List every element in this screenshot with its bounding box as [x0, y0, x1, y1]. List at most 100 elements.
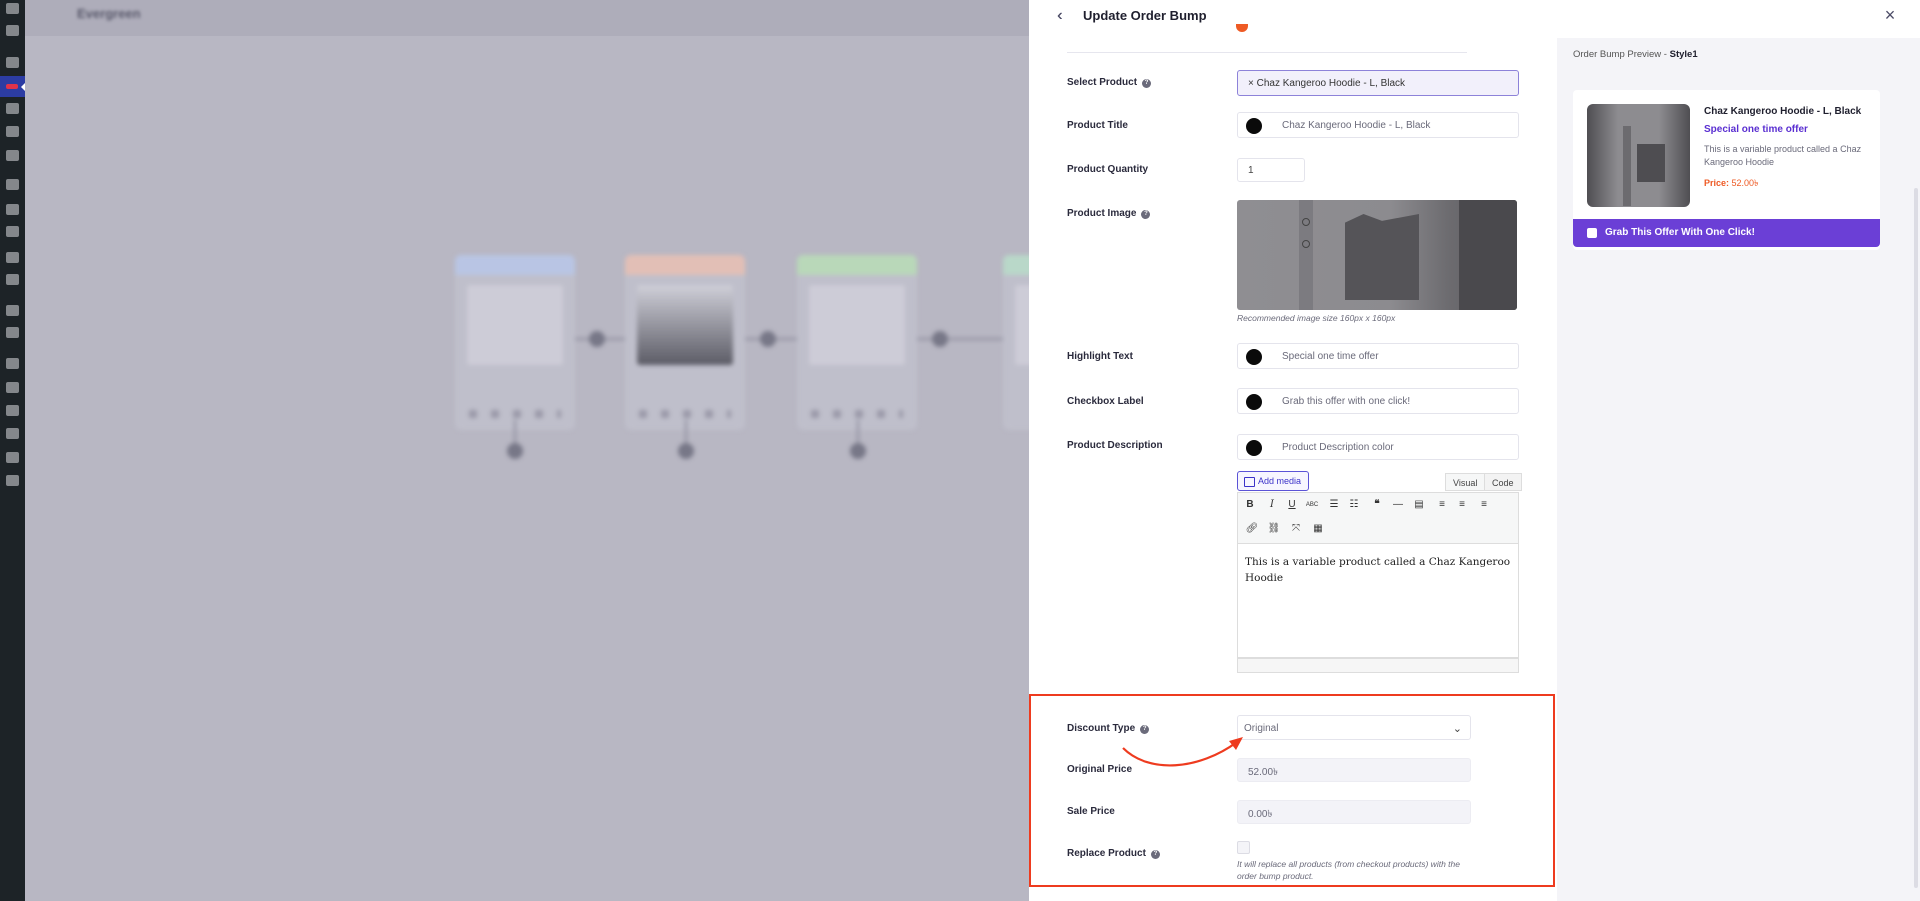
dashboard-icon[interactable]: [6, 3, 19, 14]
help-icon[interactable]: ?: [1142, 79, 1152, 88]
highlight-text-label: Highlight Text: [1067, 351, 1133, 362]
order-bump-preview-panel: Order Bump Preview - Style1 Chaz Kangero…: [1557, 38, 1920, 901]
step-connector: [760, 331, 776, 347]
unlink-icon[interactable]: ⛓︎: [1266, 521, 1282, 537]
product-title-label: Product Title: [1067, 120, 1128, 131]
color-picker-swatch[interactable]: [1246, 118, 1262, 134]
grab-offer-checkbox[interactable]: [1587, 228, 1597, 238]
product-title-field[interactable]: Chaz Kangeroo Hoodie - L, Black: [1237, 112, 1519, 138]
users-icon[interactable]: [6, 405, 19, 416]
preview-description: This is a variable product called a Chaz…: [1704, 144, 1862, 167]
product-description-color-value[interactable]: Product Description color: [1282, 442, 1394, 453]
marketing-icon[interactable]: [6, 274, 19, 285]
add-automation-node: [507, 443, 523, 459]
align-center-icon[interactable]: ≡: [1454, 497, 1470, 513]
analytics-icon[interactable]: [6, 252, 19, 263]
tab-code[interactable]: Code: [1484, 473, 1522, 491]
replace-product-label: Replace Product?: [1067, 848, 1160, 859]
templates-icon[interactable]: [6, 327, 19, 338]
payments-icon[interactable]: [6, 226, 19, 237]
divider: [1067, 52, 1467, 53]
product-quantity-input[interactable]: 1: [1237, 158, 1305, 182]
close-icon[interactable]: ×: [1881, 6, 1899, 24]
replace-product-note: It will replace all products (from check…: [1237, 859, 1460, 881]
underline-icon[interactable]: U: [1284, 497, 1300, 513]
preview-highlight-text: Special one time offer: [1704, 124, 1808, 135]
products-icon[interactable]: [6, 204, 19, 215]
checkbox-label-field[interactable]: Grab this offer with one click!: [1237, 388, 1519, 414]
fullscreen-icon[interactable]: ⤧: [1288, 521, 1304, 537]
sale-price-label: Sale Price: [1067, 806, 1115, 817]
chevron-down-icon: ⌄: [1452, 723, 1462, 735]
help-icon[interactable]: ?: [1141, 210, 1151, 219]
grab-offer-label: Grab This Offer With One Click!: [1605, 227, 1755, 238]
step-connector: [932, 331, 948, 347]
replace-product-checkbox[interactable]: [1237, 841, 1250, 854]
insert-more-icon[interactable]: ▤: [1411, 497, 1427, 513]
link-icon[interactable]: 🔗︎: [1244, 521, 1260, 537]
media-icon[interactable]: [6, 103, 19, 114]
select-product-label: Select Product?: [1067, 77, 1152, 88]
align-left-icon[interactable]: ≡: [1434, 497, 1450, 513]
product-description-color-field[interactable]: Product Description color: [1237, 434, 1519, 460]
product-description-editor[interactable]: This is a variable product called a Chaz…: [1237, 544, 1519, 658]
step-connector: [589, 331, 605, 347]
pages-icon[interactable]: [6, 126, 19, 137]
scrollbar[interactable]: [1914, 188, 1918, 888]
funnel-step-landing: [455, 255, 575, 430]
blockquote-icon[interactable]: ❝: [1369, 497, 1385, 513]
product-title-value[interactable]: Chaz Kangeroo Hoodie - L, Black: [1282, 120, 1430, 131]
funnel-plugin-icon[interactable]: [6, 84, 18, 89]
checkbox-label-label: Checkbox Label: [1067, 396, 1144, 407]
preview-product-name: Chaz Kangeroo Hoodie - L, Black: [1704, 106, 1862, 117]
drawer-header: ‹‹ Update Order Bump ×: [1029, 0, 1920, 34]
pin-icon[interactable]: [6, 57, 19, 68]
bold-icon[interactable]: B: [1242, 497, 1258, 513]
original-price-label: Original Price: [1067, 764, 1133, 775]
preview-price: Price: 52.00৳: [1704, 178, 1759, 188]
selected-product-tag[interactable]: × Chaz Kangeroo Hoodie - L, Black: [1248, 78, 1405, 89]
order-bump-drawer: ‹‹ Update Order Bump × Select Product? ×…: [1029, 0, 1920, 901]
double-chevron-left-icon[interactable]: ‹‹: [1057, 7, 1075, 25]
align-right-icon[interactable]: ≡: [1476, 497, 1492, 513]
play-icon[interactable]: [6, 475, 19, 486]
funnel-step-checkout: [625, 255, 745, 430]
drawer-title: Update Order Bump: [1083, 8, 1207, 23]
strikethrough-icon[interactable]: ABC: [1304, 497, 1320, 513]
elementor-icon[interactable]: [6, 305, 19, 316]
funnel-step-upsell: [797, 255, 917, 430]
italic-icon[interactable]: I: [1264, 497, 1280, 513]
numbered-list-icon[interactable]: ☷: [1346, 497, 1362, 513]
plugins-icon[interactable]: [6, 382, 19, 393]
funnel-step-next: [1003, 255, 1029, 430]
editor-resize-bar[interactable]: [1237, 658, 1519, 673]
tab-visual[interactable]: Visual: [1445, 473, 1486, 491]
grab-offer-button[interactable]: Grab This Offer With One Click!: [1573, 219, 1880, 247]
mail-icon[interactable]: [6, 25, 19, 36]
horizontal-line-icon[interactable]: —: [1390, 497, 1406, 513]
editor-toolbar: B I U ABC ☰ ☷ ❝ — ▤ ≡ ≡ ≡ 🔗︎ ⛓︎ ⤧ ▦: [1237, 492, 1519, 544]
settings-icon[interactable]: [6, 452, 19, 463]
add-media-button[interactable]: Add media: [1237, 471, 1310, 491]
toolbar-toggle-icon[interactable]: ▦: [1310, 521, 1326, 537]
checkbox-label-value[interactable]: Grab this offer with one click!: [1282, 396, 1410, 407]
color-picker-swatch[interactable]: [1246, 440, 1262, 456]
appearance-icon[interactable]: [6, 358, 19, 369]
help-icon[interactable]: ?: [1150, 850, 1160, 859]
sale-price-field[interactable]: 0.00৳: [1237, 800, 1471, 824]
color-picker-swatch[interactable]: [1246, 349, 1262, 365]
tools-icon[interactable]: [6, 428, 19, 439]
woocommerce-icon[interactable]: [6, 179, 19, 190]
comments-icon[interactable]: [6, 150, 19, 161]
color-picker-swatch[interactable]: [1246, 394, 1262, 410]
bulleted-list-icon[interactable]: ☰: [1326, 497, 1342, 513]
product-image-upload[interactable]: [1237, 200, 1517, 310]
discount-type-select[interactable]: Original ⌄: [1237, 715, 1471, 740]
highlight-text-field[interactable]: Special one time offer: [1237, 343, 1519, 369]
original-price-field[interactable]: 52.00৳: [1237, 758, 1471, 782]
select-product-input[interactable]: × Chaz Kangeroo Hoodie - L, Black: [1237, 70, 1519, 96]
product-quantity-label: Product Quantity: [1067, 164, 1149, 175]
wp-admin-sidebar: [0, 0, 26, 901]
add-automation-node: [678, 443, 694, 459]
highlight-text-value[interactable]: Special one time offer: [1282, 351, 1379, 362]
